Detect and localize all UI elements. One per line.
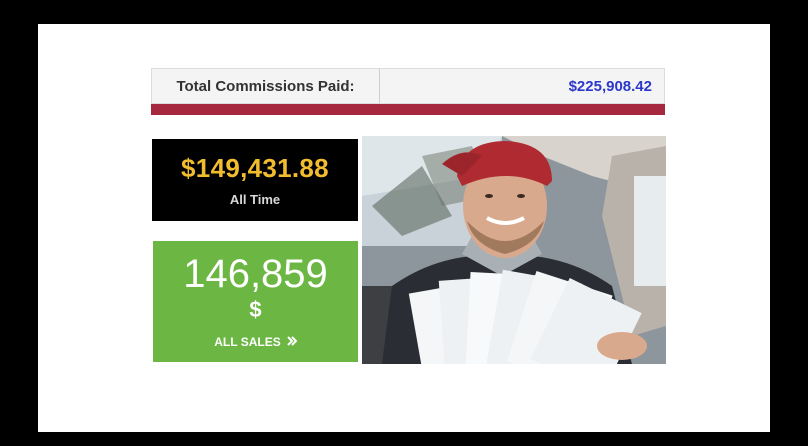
all-sales-label: ALL SALES: [214, 335, 281, 349]
all-time-amount: $149,431.88: [181, 153, 329, 183]
photo-illustration: [362, 136, 666, 364]
commissions-underline: [151, 104, 665, 115]
commissions-value: $225,908.42: [568, 77, 652, 95]
all-time-card: $149,431.88 All Time: [152, 139, 358, 221]
all-sales-card: 146,859 $ ALL SALES: [153, 241, 358, 362]
total-commissions-bar: Total Commissions Paid: $225,908.42: [151, 68, 665, 104]
all-sales-link[interactable]: ALL SALES: [214, 335, 298, 349]
chevron-right-double-icon: [287, 335, 298, 349]
all-sales-currency: $: [249, 297, 262, 322]
video-frame: Total Commissions Paid: $225,908.42 $149…: [38, 24, 770, 432]
all-sales-count: 146,859: [183, 252, 328, 296]
commissions-label: Total Commissions Paid:: [152, 69, 380, 103]
all-time-label: All Time: [229, 192, 281, 207]
person-holding-checks-photo: [362, 136, 666, 364]
